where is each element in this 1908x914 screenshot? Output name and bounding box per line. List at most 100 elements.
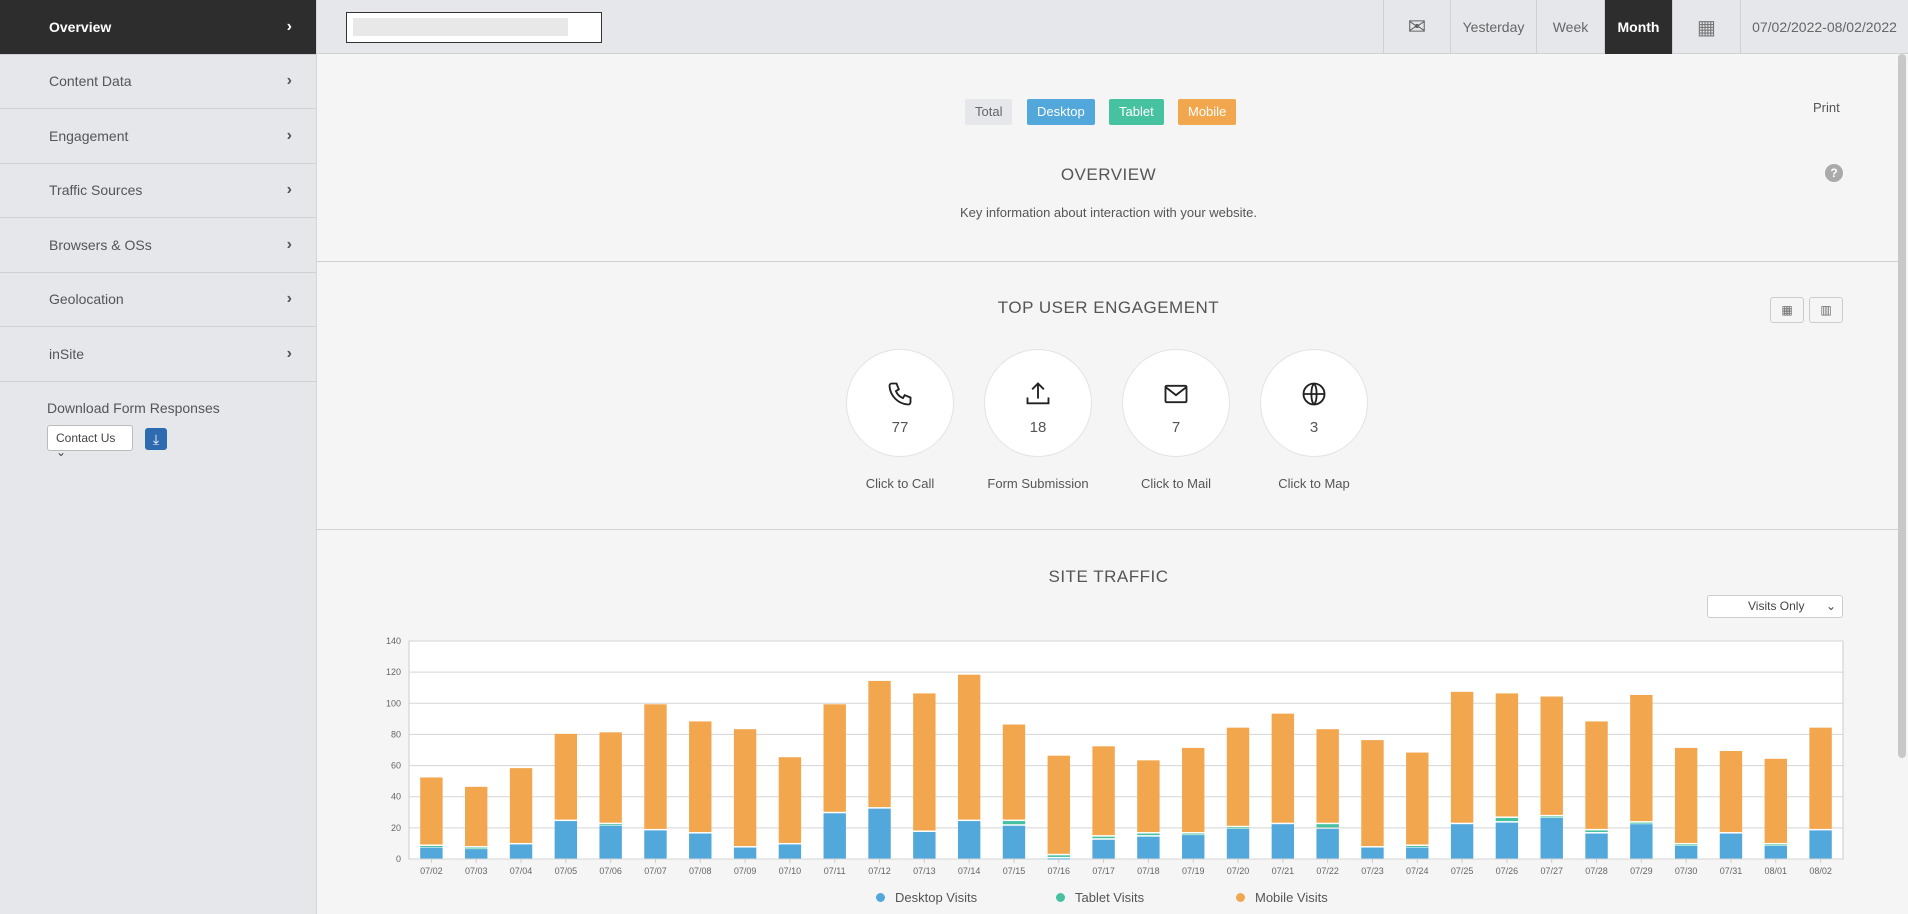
bar-tablet-visits	[1495, 817, 1519, 822]
bar-desktop-visits	[1361, 847, 1384, 859]
x-tick-label: 07/29	[1630, 866, 1653, 876]
x-tick-label: 07/12	[868, 866, 891, 876]
x-tick-label: 07/21	[1272, 866, 1295, 876]
legend-mobile[interactable]: Mobile Visits	[1236, 890, 1328, 905]
x-tick-label: 07/25	[1451, 866, 1474, 876]
bar-mobile-visits	[1182, 747, 1205, 833]
bar-desktop-visits	[1406, 847, 1429, 859]
bar-mobile-visits	[465, 786, 488, 847]
legend-desktop[interactable]: Desktop Visits	[876, 890, 977, 905]
legend-dot	[876, 893, 885, 902]
x-tick-label: 07/14	[958, 866, 981, 876]
bar-desktop-visits	[465, 849, 488, 859]
bar-mobile-visits	[913, 693, 936, 831]
bar-mobile-visits	[1674, 747, 1698, 843]
x-tick-label: 07/02	[420, 866, 443, 876]
bar-mobile-visits	[1719, 751, 1743, 833]
x-tick-label: 07/11	[824, 866, 846, 876]
bar-mobile-visits	[1495, 693, 1519, 817]
bar-mobile-visits	[778, 757, 802, 843]
x-tick-label: 07/17	[1092, 866, 1115, 876]
legend-label: Tablet Visits	[1075, 890, 1145, 905]
y-tick-label: 80	[391, 729, 401, 739]
bar-desktop-visits	[1316, 828, 1339, 859]
bar-desktop-visits	[1226, 828, 1250, 859]
legend-label: Desktop Visits	[895, 890, 978, 905]
bar-mobile-visits	[509, 768, 533, 843]
bar-mobile-visits	[868, 680, 891, 808]
bar-mobile-visits	[823, 704, 846, 812]
x-tick-label: 07/09	[734, 866, 757, 876]
x-tick-label: 07/04	[510, 866, 533, 876]
plot-area	[408, 640, 1844, 860]
bar-mobile-visits	[1585, 721, 1608, 829]
bar-tablet-visits	[1226, 827, 1250, 829]
bar-mobile-visits	[554, 733, 578, 820]
legend-dot	[1056, 893, 1065, 902]
x-tick-label: 08/02	[1809, 866, 1832, 876]
bar-desktop-visits	[1585, 833, 1608, 859]
bar-desktop-visits	[1674, 845, 1698, 859]
scrollbar[interactable]	[1898, 54, 1906, 758]
x-tick-label: 07/20	[1227, 866, 1250, 876]
bar-mobile-visits	[1540, 696, 1563, 815]
bar-desktop-visits	[1137, 836, 1160, 859]
x-tick-label: 07/31	[1720, 866, 1743, 876]
site-traffic-chart: 0 20 40 60 80 100 120 140 07/02 07/03 07/04 07/05 07…	[386, 636, 1844, 876]
bar-mobile-visits	[1809, 727, 1832, 829]
x-tick-label: 07/06	[599, 866, 622, 876]
bar-mobile-visits	[1316, 729, 1339, 823]
bar-desktop-visits	[554, 821, 578, 859]
y-tick-label: 0	[396, 854, 401, 864]
x-tick-label: 07/03	[465, 866, 488, 876]
bar-tablet-visits	[1540, 816, 1563, 818]
bar-tablet-visits	[1316, 824, 1339, 828]
y-tick-label: 140	[386, 636, 401, 646]
bar-mobile-visits	[957, 674, 981, 820]
bar-mobile-visits	[420, 777, 443, 845]
y-tick-label: 100	[386, 698, 401, 708]
bar-tablet-visits	[1092, 836, 1115, 839]
bar-mobile-visits	[1047, 755, 1070, 854]
bar-tablet-visits	[420, 845, 443, 847]
bar-tablet-visits	[1137, 833, 1160, 836]
bar-desktop-visits	[1271, 824, 1295, 859]
bar-tablet-visits	[1047, 855, 1070, 857]
x-tick-label: 07/27	[1540, 866, 1563, 876]
bar-desktop-visits	[689, 833, 712, 859]
bar-mobile-visits	[1630, 694, 1653, 822]
bar-desktop-visits	[420, 847, 443, 859]
bar-mobile-visits	[1137, 760, 1160, 833]
x-tick-label: 07/28	[1585, 866, 1608, 876]
bar-desktop-visits	[1630, 824, 1653, 859]
bar-desktop-visits	[644, 830, 667, 859]
bar-desktop-visits	[733, 847, 757, 859]
bar-mobile-visits	[599, 732, 622, 823]
bar-tablet-visits	[1585, 830, 1608, 833]
bar-tablet-visits	[1764, 844, 1787, 846]
bar-desktop-visits	[1495, 822, 1519, 859]
x-tick-label: 07/30	[1675, 866, 1698, 876]
y-tick-label: 60	[391, 761, 401, 771]
bar-desktop-visits	[1719, 833, 1743, 859]
x-tick-label: 07/05	[555, 866, 578, 876]
legend-dot	[1236, 893, 1245, 902]
y-tick-label: 120	[386, 667, 401, 677]
legend-label: Mobile Visits	[1255, 890, 1328, 905]
x-tick-label: 07/18	[1137, 866, 1160, 876]
bar-tablet-visits	[465, 847, 488, 849]
x-tick-label: 07/22	[1316, 866, 1339, 876]
bar-desktop-visits	[1002, 825, 1026, 859]
bar-tablet-visits	[599, 824, 622, 826]
bar-mobile-visits	[1226, 727, 1250, 826]
x-tick-label: 07/15	[1003, 866, 1026, 876]
bar-mobile-visits	[733, 729, 757, 847]
bar-desktop-visits	[1809, 830, 1832, 859]
bar-desktop-visits	[823, 813, 846, 859]
bar-mobile-visits	[1092, 746, 1115, 836]
x-tick-label: 07/26	[1496, 866, 1519, 876]
bar-desktop-visits	[1092, 839, 1115, 859]
x-tick-label: 07/23	[1361, 866, 1384, 876]
bar-desktop-visits	[957, 821, 981, 859]
legend-tablet[interactable]: Tablet Visits	[1056, 890, 1144, 905]
